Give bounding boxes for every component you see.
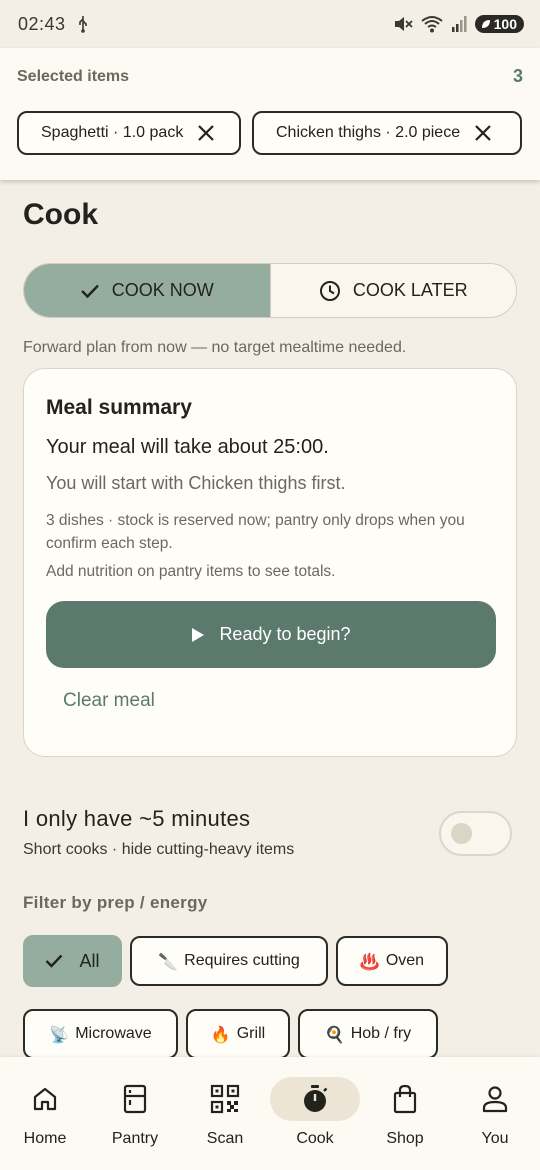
selected-chip-label: Spaghetti · 1.0 pack	[41, 124, 184, 141]
status-icons: 100	[393, 15, 524, 33]
ready-to-begin-label: Ready to begin?	[219, 624, 351, 644]
nav-item-scan[interactable]: Scan	[180, 1057, 270, 1170]
mode-hint: Forward plan from now — no target mealti…	[23, 339, 407, 356]
meal-summary-card: Meal summary Your meal will take about 2…	[23, 368, 517, 757]
filter-chip-label: Oven	[385, 952, 425, 969]
selected-chip-spaghetti[interactable]: Spaghetti · 1.0 pack	[17, 111, 241, 155]
person-icon	[450, 1077, 540, 1121]
signal-icon	[451, 15, 467, 33]
nav-label: Shop	[386, 1130, 424, 1147]
nutrition-hint: Add nutrition on pantry items to see tot…	[46, 563, 336, 580]
filter-chip-label: All	[79, 950, 100, 971]
meal-summary-title: Meal summary	[46, 396, 192, 419]
filter-chip-all[interactable]: All	[23, 935, 122, 987]
nav-label: Cook	[296, 1130, 334, 1147]
ready-to-begin-button[interactable]: Ready to begin?	[46, 601, 496, 668]
clear-meal-button[interactable]: Clear meal	[63, 690, 155, 712]
filter-chip-microwave[interactable]: 📡 Microwave	[23, 1009, 178, 1059]
filter-chip-label: Grill	[236, 1025, 266, 1042]
filter-chip-grill[interactable]: 🔥 Grill	[186, 1009, 290, 1059]
filter-chip-hob-fry[interactable]: 🍳 Hob / fry	[298, 1009, 438, 1059]
wifi-icon	[421, 15, 443, 33]
mute-icon	[393, 15, 413, 33]
quick-mode-sub: Short cooks · hide cutting-heavy items	[23, 841, 295, 858]
filter-chip-requires-cutting[interactable]: 🔪 Requires cutting	[130, 936, 328, 986]
nav-item-cook[interactable]: Cook	[270, 1057, 360, 1170]
timer-icon	[270, 1077, 360, 1121]
selected-items-title: Selected items	[17, 68, 130, 85]
nav-item-home[interactable]: Home	[0, 1057, 90, 1170]
filter-chip-oven[interactable]: ♨️ Oven	[336, 936, 448, 986]
page-title: Cook	[23, 198, 98, 231]
selected-items-panel: Selected items 3 Spaghetti · 1.0 pack Ch…	[0, 48, 540, 180]
battery-indicator: 100	[474, 15, 524, 33]
status-bar: 02:43 100	[0, 0, 540, 48]
check-icon	[45, 954, 63, 968]
selected-items-count: 3	[512, 66, 523, 86]
hot-springs-icon: ♨️	[359, 951, 380, 971]
qr-scan-icon	[180, 1077, 270, 1121]
close-icon[interactable]	[474, 124, 492, 142]
close-icon[interactable]	[197, 124, 215, 142]
pantry-icon	[90, 1077, 180, 1121]
filter-label: Filter by prep / energy	[23, 893, 208, 912]
cook-later-label: COOK LATER	[352, 280, 468, 300]
nav-label: Pantry	[111, 1130, 159, 1147]
battery-level: 100	[493, 16, 517, 32]
switch-knob	[451, 823, 472, 844]
knife-icon: 🔪	[158, 951, 179, 971]
meal-start-item: You will start with Chicken thighs first…	[46, 473, 346, 493]
status-time: 02:43	[18, 13, 66, 34]
nav-item-shop[interactable]: Shop	[360, 1057, 450, 1170]
meal-dishes-info: 3 dishes · stock is reserved now; pantry…	[46, 512, 465, 552]
filter-chip-label: Microwave	[75, 1025, 152, 1042]
selected-chip-label: Chicken thighs · 2.0 piece	[276, 124, 461, 141]
nav-label: You	[481, 1130, 509, 1147]
quick-mode-label: I only have ~5 minutes	[23, 806, 251, 831]
filter-chip-label: Hob / fry	[350, 1025, 412, 1042]
shopping-bag-icon	[360, 1077, 450, 1121]
frying-pan-icon: 🍳	[324, 1024, 345, 1044]
nav-label: Scan	[206, 1130, 244, 1147]
play-icon	[191, 627, 205, 643]
cook-mode-toggle: COOK NOW COOK LATER	[23, 263, 517, 318]
usb-icon	[76, 15, 90, 33]
fire-icon: 🔥	[210, 1024, 231, 1044]
cook-later-button[interactable]: COOK LATER	[269, 264, 516, 317]
check-icon	[80, 283, 100, 299]
cook-now-button[interactable]: COOK NOW	[24, 264, 270, 317]
battery-leaf-icon	[481, 19, 491, 29]
nav-label: Home	[23, 1130, 67, 1147]
filter-chip-label: Requires cutting	[184, 952, 300, 969]
bottom-navigation: Home Pantry Scan Cook Shop You	[0, 1057, 540, 1170]
home-icon	[0, 1077, 90, 1121]
satellite-dish-icon: 📡	[49, 1024, 70, 1044]
clock-icon	[319, 280, 341, 302]
quick-mode-switch[interactable]	[439, 811, 512, 856]
meal-duration: Your meal will take about 25:00.	[46, 436, 329, 458]
cook-now-label: COOK NOW	[111, 280, 214, 300]
nav-item-pantry[interactable]: Pantry	[90, 1057, 180, 1170]
nav-item-you[interactable]: You	[450, 1057, 540, 1170]
selected-chip-chicken-thighs[interactable]: Chicken thighs · 2.0 piece	[252, 111, 522, 155]
